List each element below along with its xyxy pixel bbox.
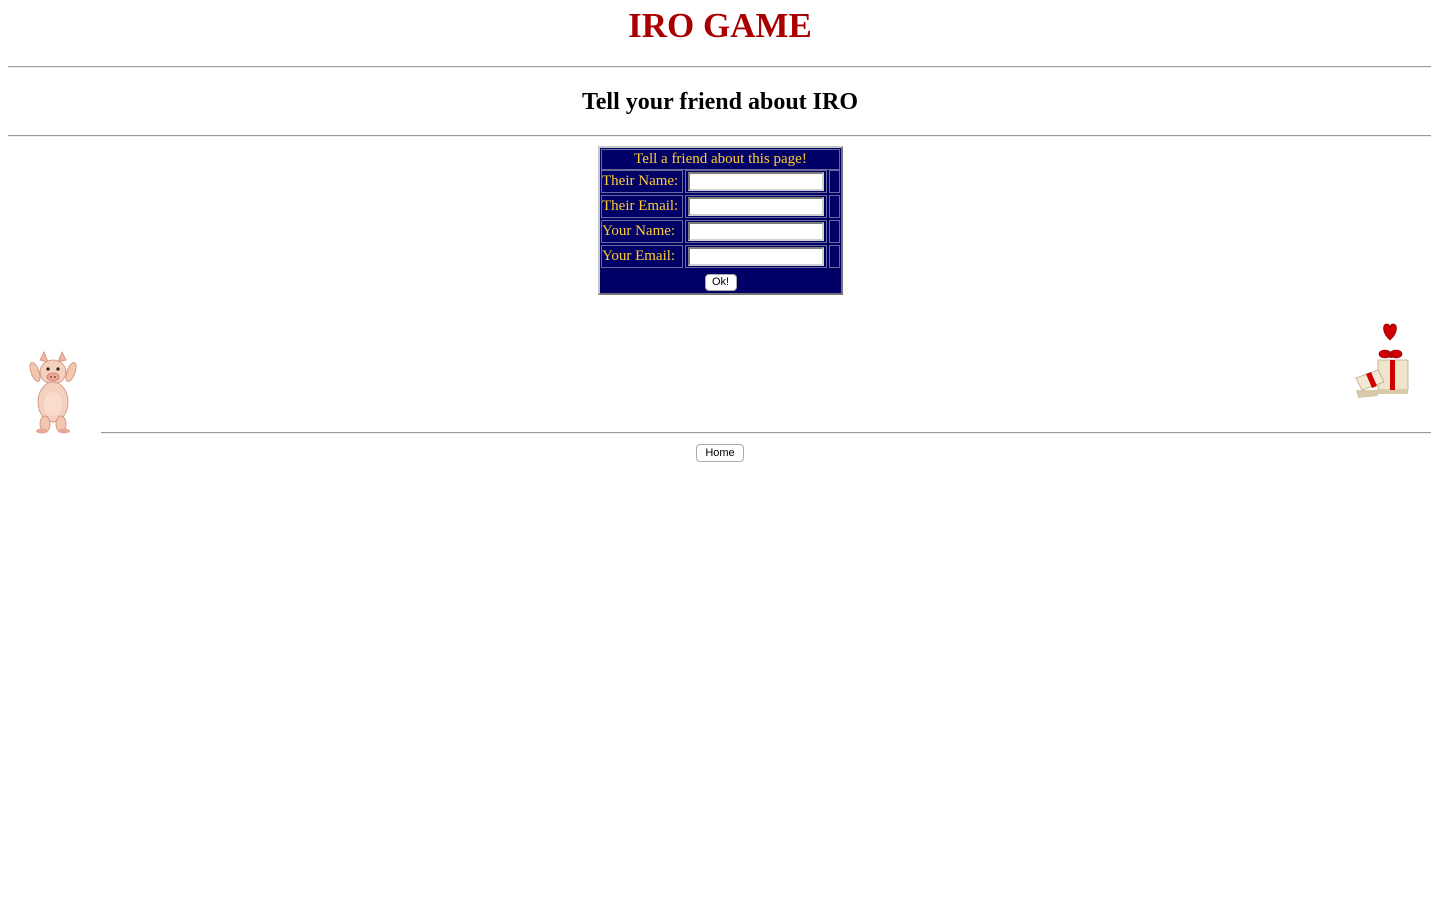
their-email-label: Their Email: (601, 195, 683, 218)
divider-middle (8, 135, 1431, 137)
your-email-label: Your Email: (601, 245, 683, 268)
empty-cell (829, 195, 840, 218)
their-name-cell (685, 170, 827, 193)
their-email-input[interactable] (688, 197, 824, 216)
empty-cell (829, 220, 840, 243)
gift-box-heart-icon (1355, 323, 1409, 398)
site-title: IRO GAME (628, 6, 812, 45)
their-email-cell (685, 195, 827, 218)
your-name-input[interactable] (688, 222, 824, 241)
page-heading: Tell your friend about IRO (581, 89, 859, 115)
their-name-label: Their Name: (601, 170, 683, 193)
dancing-pig-icon (29, 351, 77, 434)
ok-button[interactable]: Ok! (704, 274, 737, 291)
page: IRO GAME Tell your friend about IRO Tell… (0, 0, 1440, 900)
form-row-your-name: Your Name: (601, 220, 840, 243)
empty-cell (829, 170, 840, 193)
their-name-input[interactable] (688, 172, 824, 191)
your-name-cell (685, 220, 827, 243)
form-row-their-email: Their Email: (601, 195, 840, 218)
tell-a-friend-form: Tell a friend about this page! Their Nam… (598, 146, 843, 295)
divider-bottom (101, 432, 1431, 434)
form-row-their-name: Their Name: (601, 170, 840, 193)
home-button[interactable]: Home (696, 444, 744, 462)
your-email-input[interactable] (688, 247, 824, 266)
your-name-label: Your Name: (601, 220, 683, 243)
form-header: Tell a friend about this page! (601, 149, 840, 170)
your-email-cell (685, 245, 827, 268)
divider-top (8, 66, 1431, 68)
form-row-your-email: Your Email: (601, 245, 840, 268)
empty-cell (829, 245, 840, 268)
form-footer: Ok! (601, 270, 840, 291)
